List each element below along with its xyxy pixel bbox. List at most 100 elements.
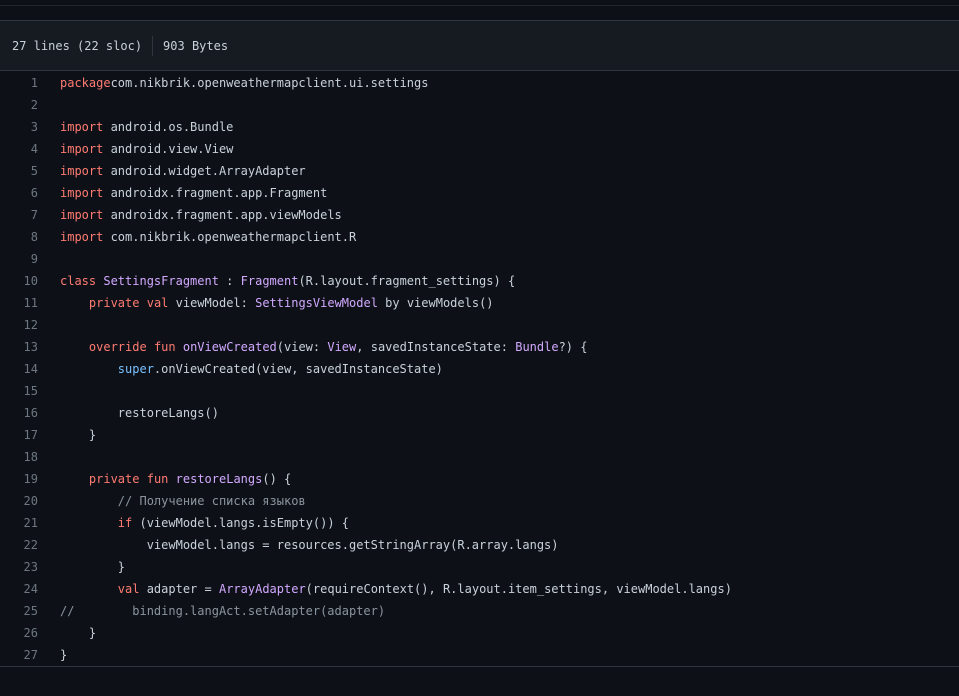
line-number[interactable]: 25 — [0, 600, 38, 622]
file-info-header: 27 lines (22 sloc) 903 Bytes — [0, 21, 959, 71]
line-number[interactable]: 12 — [0, 314, 38, 336]
line-number[interactable]: 15 — [0, 380, 38, 402]
code-line: 20 // Получение списка языков — [0, 490, 959, 512]
line-number[interactable]: 26 — [0, 622, 38, 644]
code-token: } — [60, 428, 97, 442]
code-token: Bundle — [515, 340, 559, 354]
line-number[interactable]: 14 — [0, 358, 38, 380]
line-number[interactable]: 13 — [0, 336, 38, 358]
code-text: import androidx.fragment.app.Fragment — [60, 182, 327, 204]
code-token: import — [60, 164, 104, 178]
top-strip — [0, 0, 959, 21]
code-text: // binding.langAct.setAdapter(adapter) — [60, 600, 385, 622]
code-token: override — [88, 340, 147, 354]
code-token: View — [327, 340, 357, 354]
code-line: 23 } — [0, 556, 959, 578]
line-number[interactable]: 24 — [0, 578, 38, 600]
code-token: fun — [146, 472, 169, 486]
code-text: import android.view.View — [60, 138, 233, 160]
line-number[interactable]: 20 — [0, 490, 38, 512]
line-count: 27 lines (22 sloc) — [12, 38, 143, 53]
code-text: import android.os.Bundle — [60, 116, 233, 138]
line-number[interactable]: 17 — [0, 424, 38, 446]
code-text: viewModel.langs = resources.getStringArr… — [60, 534, 559, 556]
line-number[interactable]: 21 — [0, 512, 38, 534]
line-number[interactable]: 9 — [0, 248, 38, 270]
code-token: if — [117, 516, 133, 530]
code-text: } — [60, 424, 96, 446]
code-line: 3 import android.os.Bundle — [0, 116, 959, 138]
code-token: onViewCreated — [182, 340, 277, 354]
code-line: 10 class SettingsFragment : Fragment(R.la… — [0, 270, 959, 292]
code-text: private val viewModel: SettingsViewModel… — [60, 292, 494, 314]
code-text: // Получение списка языков — [60, 490, 306, 512]
code-line: 19 private fun restoreLangs() { — [0, 468, 959, 490]
code-token: } — [60, 560, 126, 574]
code-line: 24 val adapter = ArrayAdapter(requireCon… — [0, 578, 959, 600]
line-number[interactable]: 27 — [0, 644, 38, 666]
line-number[interactable]: 2 — [0, 94, 38, 116]
line-number[interactable]: 4 — [0, 138, 38, 160]
code-token: by viewModels() — [377, 296, 494, 310]
code-text: val adapter = ArrayAdapter(requireContex… — [60, 578, 732, 600]
code-text: } — [60, 644, 67, 666]
code-token: androidx.fragment.app.viewModels — [103, 208, 342, 222]
code-line: 2 — [0, 94, 959, 116]
code-token: (view: — [276, 340, 328, 354]
line-number[interactable]: 5 — [0, 160, 38, 182]
code-token: // Получение списка языков — [117, 494, 306, 508]
code-token: Fragment — [240, 274, 299, 288]
header-separator — [152, 35, 154, 56]
code-token: import — [60, 230, 104, 244]
code-token: adapter = — [139, 582, 219, 596]
line-number[interactable]: 18 — [0, 446, 38, 468]
code-token: android.view.View — [103, 142, 234, 156]
code-token: , savedInstanceState: — [356, 340, 516, 354]
line-number[interactable]: 3 — [0, 116, 38, 138]
line-number[interactable]: 10 — [0, 270, 38, 292]
code-token: android.os.Bundle — [103, 120, 234, 134]
code-text: } — [60, 556, 125, 578]
code-line: 4 import android.view.View — [0, 138, 959, 160]
code-text: private fun restoreLangs() { — [60, 468, 291, 490]
code-line: 6 import androidx.fragment.app.Fragment — [0, 182, 959, 204]
code-token: val — [146, 296, 169, 310]
code-line: 1 packagecom.nikbrik.openweathermapclient… — [0, 72, 959, 94]
line-number[interactable]: 23 — [0, 556, 38, 578]
file-size: 903 Bytes — [163, 38, 229, 53]
code-line: 5 import android.widget.ArrayAdapter — [0, 160, 959, 182]
code-token: androidx.fragment.app.Fragment — [103, 186, 328, 200]
line-number[interactable]: 8 — [0, 226, 38, 248]
code-line: 25 // binding.langAct.setAdapter(adapter) — [0, 600, 959, 622]
line-number[interactable]: 22 — [0, 534, 38, 556]
code-text: } — [60, 622, 96, 644]
line-number[interactable]: 11 — [0, 292, 38, 314]
code-token: viewModel: — [168, 296, 256, 310]
line-number[interactable]: 7 — [0, 204, 38, 226]
code-line: 26 } — [0, 622, 959, 644]
line-number[interactable]: 6 — [0, 182, 38, 204]
code-line: 17 } — [0, 424, 959, 446]
line-number[interactable]: 16 — [0, 402, 38, 424]
code-token: import — [60, 208, 104, 222]
code-token: } — [60, 648, 68, 662]
code-line: 16 restoreLangs() — [0, 402, 959, 424]
code-text: restoreLangs() — [60, 402, 219, 424]
code-token: : — [218, 274, 241, 288]
code-text: super.onViewCreated(view, savedInstanceS… — [60, 358, 443, 380]
code-text: packagecom.nikbrik.openweathermapclient.… — [60, 72, 428, 94]
code-token: com.nikbrik.openweathermapclient.R — [103, 230, 357, 244]
code-token: package — [60, 76, 111, 90]
code-token: fun — [153, 340, 176, 354]
code-text: if (viewModel.langs.isEmpty()) { — [60, 512, 349, 534]
line-number[interactable]: 19 — [0, 468, 38, 490]
code-token: SettingsFragment — [103, 274, 219, 288]
code-token: .onViewCreated(view, savedInstanceState) — [153, 362, 443, 376]
code-token: import — [60, 186, 104, 200]
line-number[interactable]: 1 — [0, 72, 38, 94]
code-token: val — [117, 582, 140, 596]
